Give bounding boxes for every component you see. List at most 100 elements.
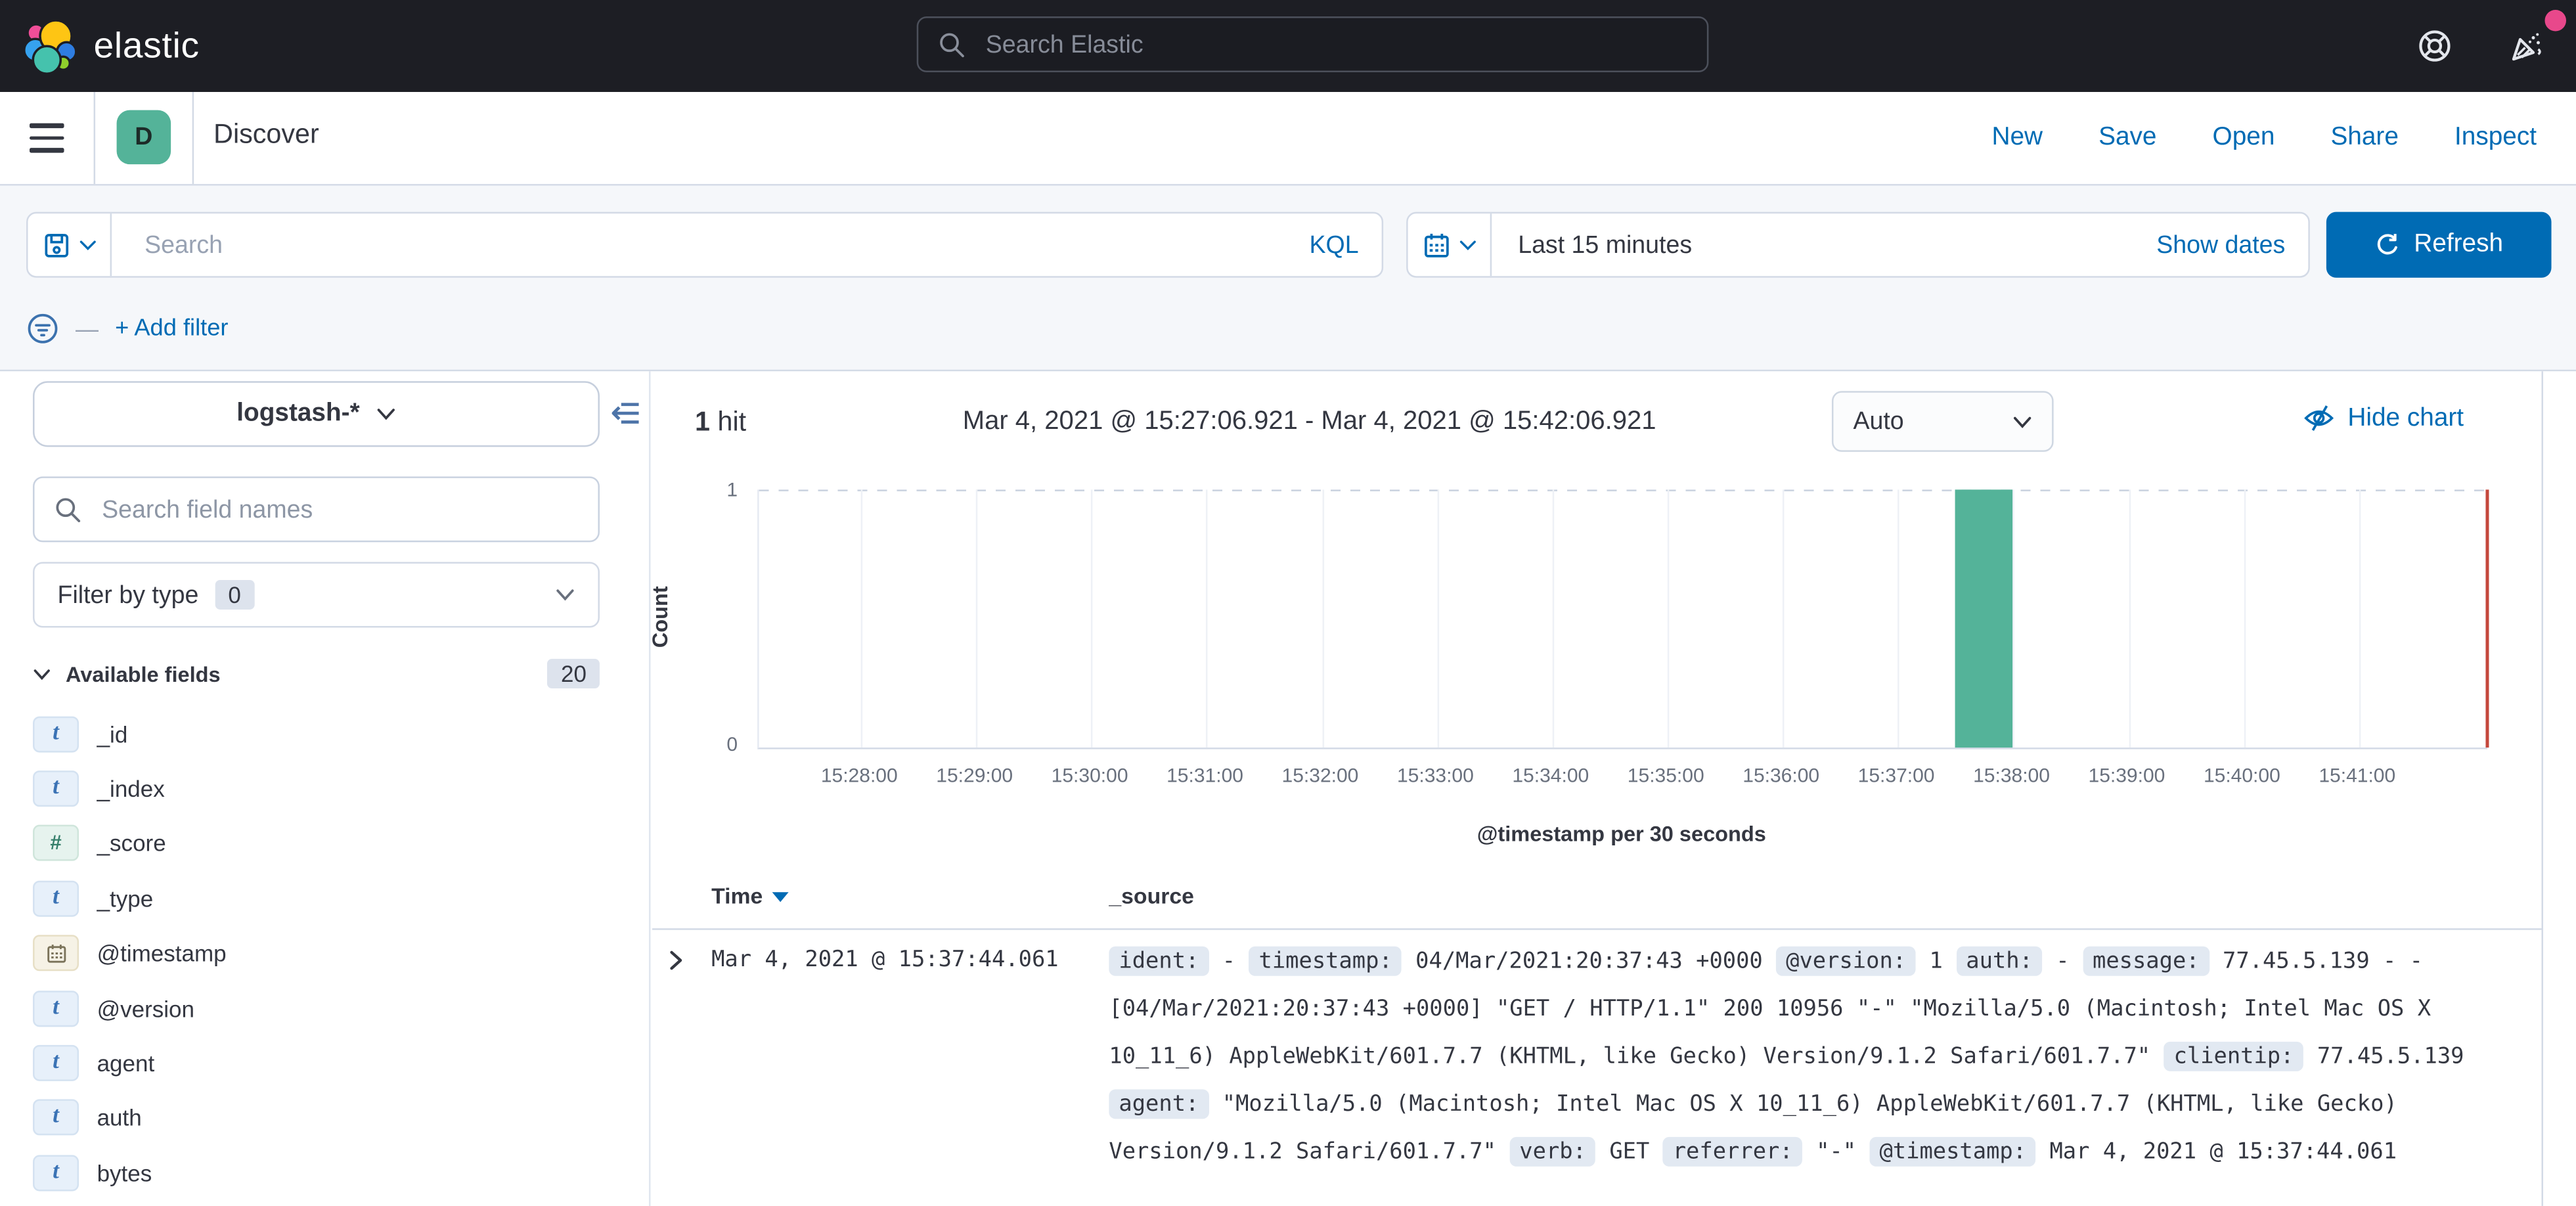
field-list: t_idt_index#_scoret_type@timestampt@vers…: [33, 707, 600, 1201]
hide-chart-label: Hide chart: [2347, 403, 2464, 433]
available-fields-header[interactable]: Available fields 20: [33, 654, 600, 694]
collapse-sidebar-icon[interactable]: [610, 397, 641, 429]
field-type-string-icon: t: [33, 1100, 79, 1136]
source-value: 77.45.5.139: [2317, 1043, 2464, 1069]
chevron-down-icon: [78, 236, 97, 254]
gridline: [1783, 489, 1785, 748]
gridline-dashed-top: [759, 489, 2487, 491]
saved-query-menu-button[interactable]: [28, 213, 112, 276]
source-field-badge: ident:: [1109, 947, 1209, 976]
field-item-@version[interactable]: t@version: [33, 981, 600, 1036]
global-search-input[interactable]: [983, 29, 1687, 60]
chart-time-range: Mar 4, 2021 @ 15:27:06.921 - Mar 4, 2021…: [963, 407, 1656, 437]
search-icon: [938, 30, 966, 58]
field-item-agent[interactable]: tagent: [33, 1036, 600, 1091]
expand-row-icon[interactable]: [665, 950, 687, 972]
hide-chart-button[interactable]: Hide chart: [2303, 403, 2464, 434]
fields-sidebar: logstash-* Filter by type 0: [0, 371, 651, 1206]
source-value: -: [2056, 948, 2069, 974]
newsfeed-icon[interactable]: [2507, 26, 2546, 66]
field-item-_type[interactable]: t_type: [33, 871, 600, 926]
gridline: [1898, 489, 1900, 748]
field-type-date-icon: [33, 935, 79, 972]
index-pattern-label: logstash-*: [236, 399, 359, 429]
chart-x-ticks: 15:28:0015:29:0015:30:0015:31:0015:32:00…: [757, 764, 2485, 790]
discover-main: 1 hit Mar 4, 2021 @ 15:27:06.921 - Mar 4…: [652, 371, 2576, 1206]
gridline: [2359, 489, 2361, 748]
divider: [94, 92, 96, 184]
x-tick-label: 15:30:00: [1052, 764, 1128, 787]
x-tick-label: 15:38:00: [1973, 764, 2050, 787]
y-tick-0: 0: [695, 733, 738, 756]
x-tick-label: 15:36:00: [1743, 764, 1819, 787]
nav-action-inspect[interactable]: Inspect: [2454, 123, 2537, 153]
eye-slash-icon: [2303, 403, 2335, 434]
global-search-box[interactable]: [917, 16, 1709, 72]
field-name: _index: [97, 776, 165, 802]
nav-action-open[interactable]: Open: [2213, 123, 2275, 153]
save-icon: [42, 231, 70, 259]
refresh-button[interactable]: Refresh: [2326, 212, 2552, 278]
help-icon[interactable]: [2415, 26, 2454, 66]
source-value: Mar 4, 2021 @ 15:37:44.061: [2049, 1138, 2397, 1165]
source-value: -: [1222, 948, 1235, 974]
add-filter-button[interactable]: + Add filter: [115, 315, 228, 342]
chart-plot: [757, 489, 2487, 749]
field-name: agent: [97, 1050, 155, 1076]
field-search-box[interactable]: [33, 476, 600, 542]
gridline: [2013, 489, 2015, 748]
panel-edge: [2542, 371, 2544, 1206]
x-tick-label: 15:34:00: [1512, 764, 1589, 787]
x-axis-title: @timestamp per 30 seconds: [757, 822, 2485, 847]
field-item-_score[interactable]: #_score: [33, 816, 600, 872]
source-cell: ident: - timestamp: 04/Mar/2021:20:37:43…: [1109, 938, 2498, 1176]
field-search-input[interactable]: [99, 494, 578, 525]
space-avatar[interactable]: D: [117, 110, 171, 165]
filter-by-type-button[interactable]: Filter by type 0: [33, 562, 600, 627]
field-name: bytes: [97, 1159, 152, 1186]
field-item-auth[interactable]: tauth: [33, 1090, 600, 1146]
source-value: 04/Mar/2021:20:37:43 +0000: [1415, 948, 1763, 974]
date-picker: Last 15 minutes Show dates: [1406, 212, 2310, 278]
field-item-bytes[interactable]: tbytes: [33, 1146, 600, 1201]
source-field-badge: @version:: [1776, 947, 1916, 976]
filter-icon[interactable]: [26, 312, 59, 345]
chevron-down-icon: [2012, 412, 2032, 432]
histogram-bar[interactable]: [1955, 489, 2013, 748]
index-pattern-selector[interactable]: logstash-*: [33, 381, 600, 447]
gridline: [1437, 489, 1439, 748]
chevron-down-icon: [33, 665, 51, 683]
nav-action-share[interactable]: Share: [2330, 123, 2398, 153]
field-type-number-icon: #: [33, 826, 79, 862]
elastic-logo[interactable]: elastic: [23, 18, 200, 74]
chevron-down-icon: [555, 585, 575, 604]
elastic-logo-icon: [23, 18, 79, 74]
filter-by-type-count-badge: 0: [215, 580, 254, 610]
query-search-input[interactable]: [112, 231, 1309, 259]
query-input-group: KQL: [26, 212, 1383, 278]
hits-label: hit: [718, 407, 747, 437]
field-item-_index[interactable]: t_index: [33, 761, 600, 816]
hits-count: 1 hit: [695, 407, 746, 439]
field-item-@timestamp[interactable]: @timestamp: [33, 926, 600, 981]
field-item-_id[interactable]: t_id: [33, 707, 600, 762]
interval-select[interactable]: Auto: [1832, 391, 2054, 452]
x-tick-label: 15:41:00: [2319, 764, 2395, 787]
field-type-string-icon: t: [33, 880, 79, 916]
field-type-string-icon: t: [33, 990, 79, 1026]
interval-value: Auto: [1853, 407, 1903, 436]
time-range-button[interactable]: Last 15 minutes: [1492, 231, 2156, 259]
nav-action-save[interactable]: Save: [2099, 123, 2156, 153]
source-field-badge: auth:: [1956, 947, 2043, 976]
query-language-button[interactable]: KQL: [1309, 231, 1381, 259]
menu-icon[interactable]: [30, 123, 64, 153]
show-dates-button[interactable]: Show dates: [2156, 231, 2308, 259]
column-header-time[interactable]: Time: [711, 884, 789, 909]
column-header-source[interactable]: _source: [1109, 884, 1194, 909]
nav-action-new[interactable]: New: [1991, 123, 2043, 153]
x-tick-label: 15:35:00: [1628, 764, 1704, 787]
date-quick-menu-button[interactable]: [1408, 213, 1492, 276]
source-value: GET: [1609, 1138, 1649, 1165]
x-tick-label: 15:39:00: [2089, 764, 2165, 787]
hits-number: 1: [695, 407, 710, 437]
